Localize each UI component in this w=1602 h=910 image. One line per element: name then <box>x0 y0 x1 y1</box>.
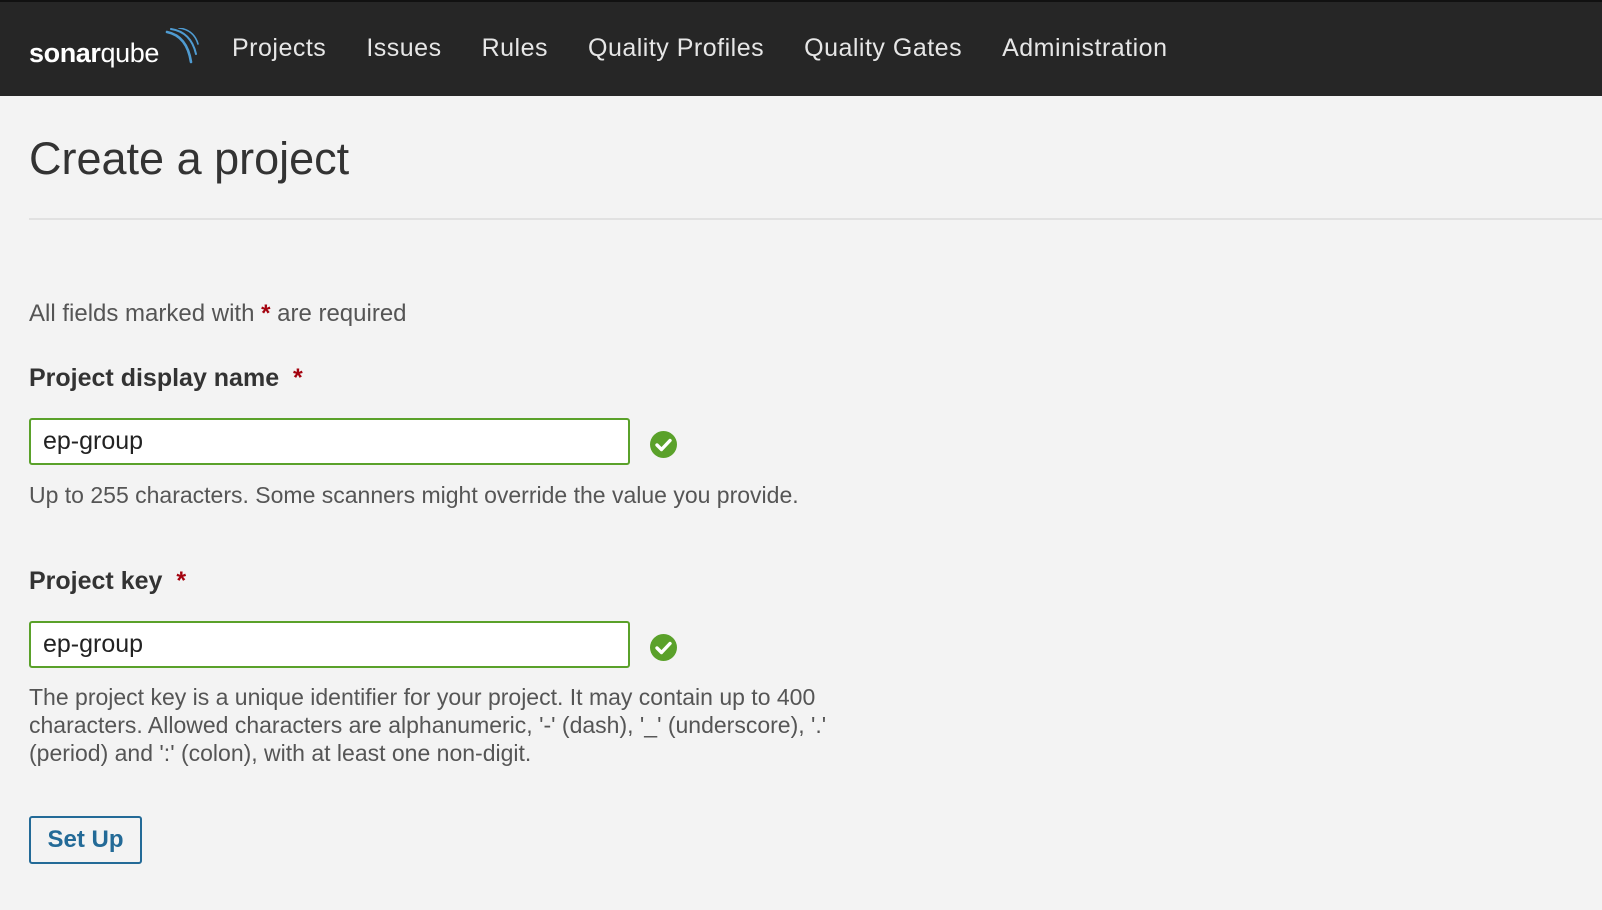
set-up-button[interactable]: Set Up <box>29 816 142 864</box>
main-nav: Projects Issues Rules Quality Profiles Q… <box>232 34 1207 63</box>
check-circle-icon <box>650 634 677 661</box>
nav-administration[interactable]: Administration <box>1002 34 1167 63</box>
required-note-prefix: All fields marked with <box>29 300 255 327</box>
required-asterisk: * <box>293 364 303 392</box>
project-display-name-help: Up to 255 characters. Some scanners migh… <box>29 482 799 508</box>
sonarqube-logo[interactable]: sonarqube <box>29 28 199 72</box>
project-key-help: The project key is a unique identifier f… <box>29 684 827 766</box>
nav-issues[interactable]: Issues <box>366 34 441 63</box>
project-display-name-input[interactable] <box>29 418 630 465</box>
logo-arcs-icon <box>165 28 199 64</box>
page-title: Create a project <box>29 133 350 184</box>
required-fields-note: All fields marked with * are required <box>29 300 407 328</box>
nav-quality-gates[interactable]: Quality Gates <box>804 34 962 63</box>
check-circle-icon <box>650 431 677 458</box>
nav-rules[interactable]: Rules <box>482 34 548 63</box>
required-asterisk: * <box>176 567 187 595</box>
project-key-input[interactable] <box>29 621 630 668</box>
top-navigation-bar: sonarqube Projects Issues Rules Quality … <box>0 0 1602 96</box>
title-divider <box>29 218 1602 220</box>
required-asterisk: * <box>261 300 271 327</box>
project-display-name-label: Project display name * <box>29 364 303 392</box>
logo-wordmark: sonarqube <box>29 38 159 68</box>
nav-projects[interactable]: Projects <box>232 34 326 63</box>
required-note-suffix: are required <box>277 300 407 327</box>
nav-quality-profiles[interactable]: Quality Profiles <box>588 34 764 63</box>
project-key-label: Project key * <box>29 567 187 595</box>
